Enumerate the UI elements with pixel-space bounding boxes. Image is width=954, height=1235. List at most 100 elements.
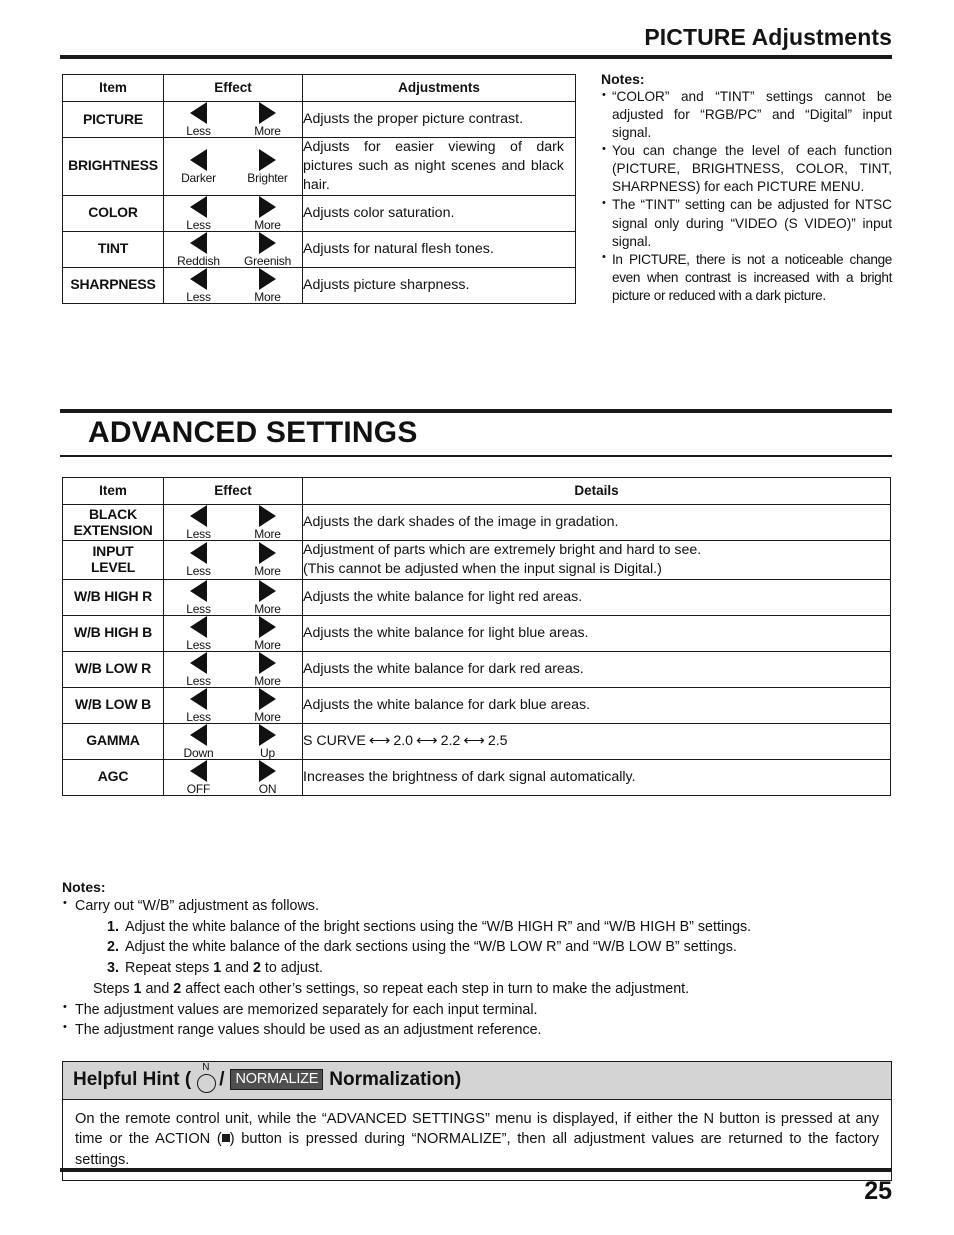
gamma-value: 2.5 (487, 733, 508, 750)
note-item: The adjustment range values should be us… (62, 1020, 892, 1041)
triangle-right-icon (259, 195, 276, 218)
effect-cell: OFF ON (163, 758, 303, 796)
notes-heading: Notes: (62, 879, 106, 895)
item-cell: W/B LOW B (62, 686, 164, 724)
effect-cell: Less More (163, 686, 303, 724)
table-row: TINT Reddish Greenish Adjusts for natural f… (62, 230, 576, 268)
triangle-left-icon (190, 231, 207, 254)
triangle-left-icon (190, 102, 207, 124)
notes-list: “COLOR” and “TINT” settings cannot be ad… (601, 87, 892, 305)
arrow-label: Greenish (243, 253, 292, 268)
arrow-increase: More (233, 267, 302, 303)
step-number: 2. (107, 939, 119, 956)
step-number: 3. (107, 960, 119, 977)
picture-notes: Notes: “COLOR” and “TINT” settings canno… (601, 71, 892, 305)
triangle-left-icon (190, 505, 207, 527)
effect-cell: Less More (163, 578, 303, 616)
arrow-label: Less (186, 709, 211, 724)
item-cell: TINT (62, 230, 164, 268)
effect-cell: Less More (163, 504, 303, 541)
arrow-label: More (254, 124, 281, 138)
note-item: The “TINT” setting can be adjusted for N… (601, 196, 892, 250)
table-header-row: Item Effect Details (62, 477, 891, 505)
effect-arrows: Less More (164, 542, 302, 577)
steps-tail-text: Steps 1 and 2 affect each other’s settin… (93, 980, 690, 997)
arrow-decrease: Less (164, 615, 233, 651)
arrow-decrease: Darker (164, 148, 233, 184)
triangle-left-icon (190, 542, 207, 565)
table-row: PICTURE Less More Adjusts the proper pictur… (62, 101, 576, 138)
page-number: 25 (864, 1177, 892, 1205)
column-header-adjustments: Adjustments (302, 74, 576, 102)
detail-cell: Adjusts the white balance for light red … (302, 578, 891, 616)
slash-separator: / (219, 1068, 225, 1090)
arrow-increase: More (233, 195, 302, 231)
arrow-label: Down (183, 745, 214, 760)
arrow-label: Brighter (247, 170, 288, 185)
detail-cell: Adjustment of parts which are extremely … (302, 540, 891, 580)
item-cell: COLOR (62, 194, 164, 232)
arrow-label: Less (186, 527, 211, 541)
arrow-label: More (254, 673, 281, 688)
triangle-left-icon (190, 615, 207, 638)
triangle-right-icon (259, 615, 276, 638)
effect-cell: Less More (163, 194, 303, 232)
arrow-decrease: Less (164, 195, 233, 231)
arrow-label: ON (258, 781, 277, 796)
double-arrow-icon: ⟷ (416, 732, 438, 750)
notes-heading: Notes: (601, 71, 645, 87)
step-text: Adjust the white balance of the bright s… (125, 918, 752, 935)
effect-cell: Down Up (163, 722, 303, 760)
triangle-right-icon (259, 687, 276, 710)
circle-icon (197, 1073, 217, 1093)
arrow-decrease: OFF (164, 759, 233, 796)
detail-cell: Adjusts the proper picture contrast. (302, 101, 576, 138)
arrow-decrease: Less (164, 542, 233, 577)
note-item: You can change the level of each functio… (601, 142, 892, 196)
effect-arrows: Darker Brighter (164, 148, 302, 185)
table-row: GAMMA Down Up S CURVE ⟷ 2.0 ⟷ 2.2 ⟷ 2.5 (62, 722, 891, 760)
arrow-increase: More (233, 579, 302, 615)
effect-arrows: Less More (164, 687, 302, 724)
advanced-settings-table-wrap: Item Effect Details BLACK EXTENSION Less Mo… (62, 477, 891, 796)
arrow-label: More (254, 564, 281, 579)
arrow-label: Less (186, 124, 211, 138)
step-number: 1. (107, 918, 119, 935)
detail-cell: Adjusts the dark shades of the image in … (302, 504, 891, 541)
gamma-detail-cell: S CURVE ⟷ 2.0 ⟷ 2.2 ⟷ 2.5 (302, 722, 891, 760)
arrow-label: OFF (186, 781, 211, 796)
gamma-value: 2.0 (393, 733, 414, 750)
triangle-right-icon (259, 148, 276, 171)
step-item: 1. Adjust the white balance of the bright… (107, 917, 892, 938)
column-header-effect: Effect (163, 74, 303, 102)
triangle-left-icon (190, 723, 207, 746)
item-cell: W/B HIGH B (62, 614, 164, 652)
table-row: W/B LOW R Less More Adjusts the white balan… (62, 650, 891, 688)
detail-cell: Adjusts color saturation. (302, 194, 576, 232)
column-header-item: Item (62, 74, 164, 102)
detail-cell: Adjusts the white balance for dark red a… (302, 650, 891, 688)
advanced-bottom-rule (60, 455, 892, 457)
effect-cell: Less More (163, 650, 303, 688)
action-button-icon (221, 1134, 230, 1143)
detail-cell: Adjusts for easier viewing of dark pictu… (302, 137, 576, 196)
effect-arrows: Down Up (164, 723, 302, 760)
notes-list: Carry out “W/B” adjustment as follows. 1… (62, 896, 892, 1041)
note-item: Carry out “W/B” adjustment as follows. 1… (62, 896, 892, 1000)
helpful-hint-title-suffix: Normalization) (329, 1068, 462, 1090)
step-text: Repeat steps 1 and 2 to adjust. (125, 960, 323, 977)
effect-arrows: Less More (164, 579, 302, 615)
arrow-increase: More (233, 505, 302, 540)
table-row: BRIGHTNESS Darker Brighter Adjusts for easi… (62, 137, 576, 196)
triangle-right-icon (259, 505, 276, 527)
item-cell: SHARPNESS (62, 266, 164, 304)
helpful-hint-title-bar: Helpful Hint ( N / NORMALIZE Normalizati… (63, 1062, 891, 1100)
effect-cell: Less More (163, 266, 303, 304)
step-item: 2. Adjust the white balance of the dark s… (107, 937, 892, 958)
double-arrow-icon: ⟷ (463, 732, 485, 750)
table-header-row: Item Effect Adjustments (62, 74, 576, 102)
effect-arrows: OFF ON (164, 759, 302, 796)
arrow-decrease: Reddish (164, 231, 233, 267)
arrow-increase: More (233, 687, 302, 723)
n-button-icon: N (195, 1062, 217, 1093)
